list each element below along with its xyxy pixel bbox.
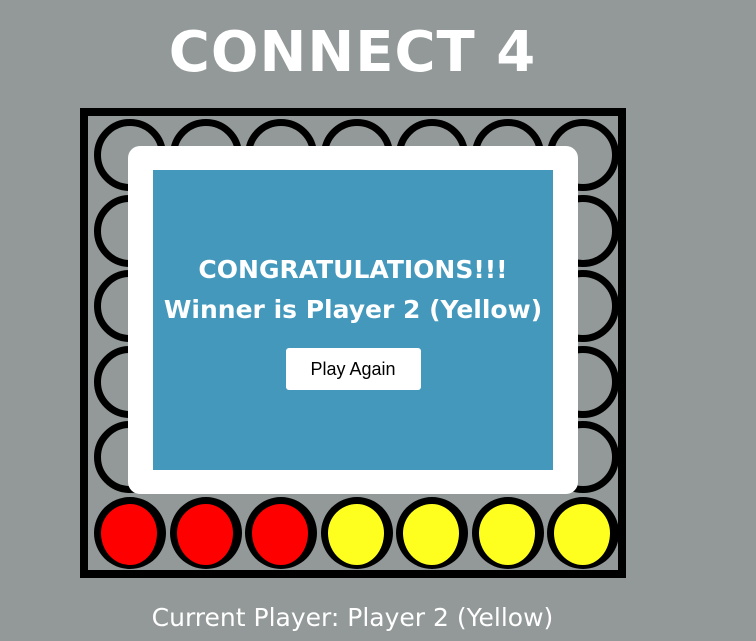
- red-disc[interactable]: [169, 496, 242, 569]
- yellow-disc[interactable]: [396, 496, 468, 569]
- red-disc[interactable]: [94, 496, 166, 569]
- congratulations-text: CONGRATULATIONS!!!: [198, 255, 508, 284]
- yellow-disc[interactable]: [471, 496, 544, 569]
- current-player-status: Current Player: Player 2 (Yellow): [151, 603, 554, 632]
- yellow-disc[interactable]: [320, 496, 393, 569]
- winner-text: Winner is Player 2 (Yellow): [163, 295, 543, 324]
- winner-modal: CONGRATULATIONS!!! Winner is Player 2 (Y…: [128, 146, 578, 494]
- play-again-button[interactable]: Play Again: [285, 348, 421, 390]
- yellow-disc[interactable]: [547, 496, 619, 569]
- winner-panel: CONGRATULATIONS!!! Winner is Player 2 (Y…: [153, 170, 553, 470]
- game-title: CONNECT 4: [168, 20, 537, 85]
- red-disc[interactable]: [245, 496, 317, 569]
